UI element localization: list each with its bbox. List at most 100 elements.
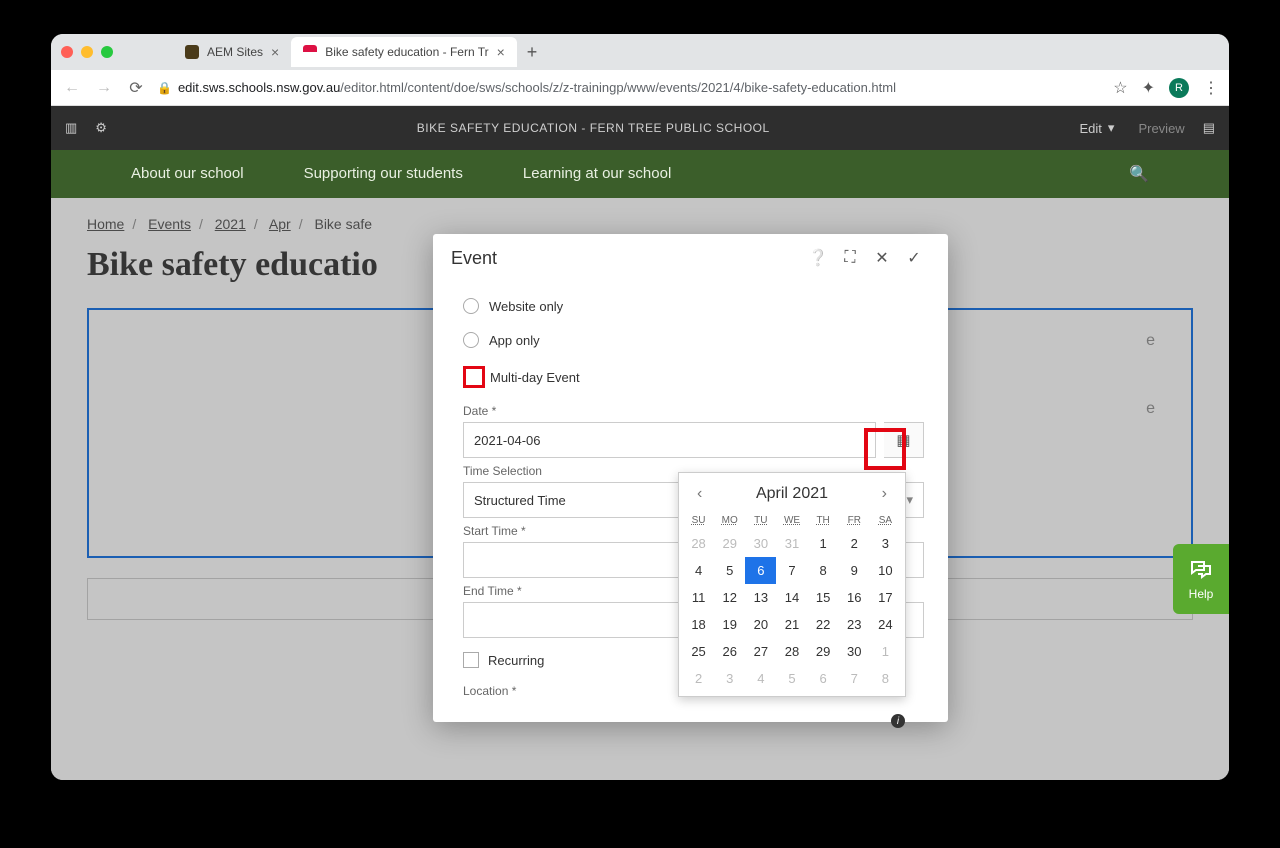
checkbox-label: Recurring xyxy=(488,653,544,668)
calendar-day[interactable]: 10 xyxy=(870,557,901,584)
extensions-icon[interactable]: ✦ xyxy=(1142,78,1155,98)
calendar-day[interactable]: 25 xyxy=(683,638,714,665)
annotate-icon[interactable]: ▤ xyxy=(1203,120,1215,136)
bookmark-star-icon[interactable]: ☆ xyxy=(1113,78,1127,98)
checkbox-icon xyxy=(463,652,479,668)
day-header: SU xyxy=(683,511,714,530)
calendar-day[interactable]: 4 xyxy=(683,557,714,584)
new-tab-button[interactable]: + xyxy=(527,42,538,63)
calendar-day[interactable]: 2 xyxy=(839,530,870,557)
calendar-day[interactable]: 11 xyxy=(683,584,714,611)
back-button[interactable]: ← xyxy=(61,79,83,97)
calendar-day[interactable]: 15 xyxy=(808,584,839,611)
calendar-day[interactable]: 4 xyxy=(745,665,776,692)
side-panel-icon[interactable]: ▥ xyxy=(65,120,77,136)
calendar-day[interactable]: 13 xyxy=(745,584,776,611)
calendar-day[interactable]: 6 xyxy=(808,665,839,692)
calendar-day[interactable]: 6 xyxy=(745,557,776,584)
help-fab[interactable]: Help xyxy=(1173,544,1229,614)
next-month-button[interactable]: › xyxy=(876,483,893,505)
open-calendar-button[interactable]: ▦ xyxy=(884,422,924,458)
checkbox-multiday[interactable]: Multi-day Event xyxy=(463,366,924,388)
help-icon[interactable]: ❔ xyxy=(802,248,834,268)
calendar-day[interactable]: 29 xyxy=(808,638,839,665)
calendar-day[interactable]: 24 xyxy=(870,611,901,638)
day-header: TU xyxy=(745,511,776,530)
chevron-down-icon: ▾ xyxy=(906,492,913,508)
nav-about[interactable]: About our school xyxy=(131,166,244,183)
calendar-day[interactable]: 16 xyxy=(839,584,870,611)
reload-button[interactable]: ⟳ xyxy=(125,78,147,98)
radio-label: App only xyxy=(489,333,540,348)
calendar-day[interactable]: 23 xyxy=(839,611,870,638)
radio-icon xyxy=(463,298,479,314)
radio-app-only[interactable]: App only xyxy=(463,332,924,348)
search-icon[interactable]: 🔍 xyxy=(1129,164,1149,184)
day-header: WE xyxy=(776,511,807,530)
calendar-day[interactable]: 30 xyxy=(839,638,870,665)
calendar-day[interactable]: 2 xyxy=(683,665,714,692)
close-tab-icon[interactable]: × xyxy=(497,44,505,60)
calendar-icon: ▦ xyxy=(896,431,910,449)
info-icon[interactable]: i xyxy=(891,714,905,728)
page-properties-icon[interactable]: ⚙ xyxy=(95,120,107,136)
aem-favicon-icon xyxy=(185,45,199,59)
calendar-day[interactable]: 5 xyxy=(776,665,807,692)
nav-learning[interactable]: Learning at our school xyxy=(523,166,671,183)
prev-month-button[interactable]: ‹ xyxy=(691,483,708,505)
tab-strip: AEM Sites × Bike safety education - Fern… xyxy=(51,34,1229,70)
radio-website-only[interactable]: Website only xyxy=(463,298,924,314)
day-header: SA xyxy=(870,511,901,530)
calendar-day[interactable]: 9 xyxy=(839,557,870,584)
date-value: 2021-04-06 xyxy=(474,433,541,448)
done-check-icon[interactable]: ✓ xyxy=(898,248,930,268)
calendar-day[interactable]: 12 xyxy=(714,584,745,611)
calendar-day[interactable]: 22 xyxy=(808,611,839,638)
calendar-day[interactable]: 3 xyxy=(714,665,745,692)
calendar-day[interactable]: 3 xyxy=(870,530,901,557)
fullscreen-icon[interactable]: ⛶ xyxy=(834,249,866,267)
maximize-window-button[interactable] xyxy=(101,46,113,58)
calendar-day[interactable]: 19 xyxy=(714,611,745,638)
calendar-day[interactable]: 30 xyxy=(745,530,776,557)
calendar-day[interactable]: 31 xyxy=(776,530,807,557)
calendar-day[interactable]: 28 xyxy=(683,530,714,557)
calendar-day[interactable]: 26 xyxy=(714,638,745,665)
nav-supporting[interactable]: Supporting our students xyxy=(304,166,463,183)
calendar-day[interactable]: 7 xyxy=(839,665,870,692)
date-input[interactable]: 2021-04-06 xyxy=(463,422,876,458)
calendar-day[interactable]: 18 xyxy=(683,611,714,638)
calendar-day[interactable]: 7 xyxy=(776,557,807,584)
edit-mode-dropdown[interactable]: Edit ▾ xyxy=(1080,120,1115,136)
tab-aem-sites[interactable]: AEM Sites × xyxy=(173,37,291,67)
help-label: Help xyxy=(1189,587,1214,601)
calendar-day[interactable]: 8 xyxy=(808,557,839,584)
calendar-day[interactable]: 1 xyxy=(808,530,839,557)
minimize-window-button[interactable] xyxy=(81,46,93,58)
aem-top-bar: ▥ ⚙ BIKE SAFETY EDUCATION - FERN TREE PU… xyxy=(51,106,1229,150)
calendar-day[interactable]: 5 xyxy=(714,557,745,584)
calendar-grid: SUMOTUWETHFRSA28293031123456789101112131… xyxy=(683,511,901,692)
forward-button[interactable]: → xyxy=(93,79,115,97)
calendar-day[interactable]: 28 xyxy=(776,638,807,665)
close-window-button[interactable] xyxy=(61,46,73,58)
dialog-header: Event ❔ ⛶ ✕ ✓ xyxy=(433,234,948,282)
tab-bike-safety[interactable]: Bike safety education - Fern Tr × xyxy=(291,37,517,67)
calendar-day[interactable]: 14 xyxy=(776,584,807,611)
date-label: Date * xyxy=(463,404,924,418)
calendar-day[interactable]: 29 xyxy=(714,530,745,557)
profile-avatar[interactable]: R xyxy=(1169,78,1189,98)
tab-label: Bike safety education - Fern Tr xyxy=(325,45,488,59)
address-bar[interactable]: 🔒 edit.sws.schools.nsw.gov.au/editor.htm… xyxy=(157,80,1103,95)
calendar-day[interactable]: 20 xyxy=(745,611,776,638)
close-icon[interactable]: ✕ xyxy=(866,248,898,268)
calendar-day[interactable]: 1 xyxy=(870,638,901,665)
kebab-menu-icon[interactable]: ⋮ xyxy=(1203,78,1219,98)
close-tab-icon[interactable]: × xyxy=(271,44,279,60)
day-header: MO xyxy=(714,511,745,530)
calendar-day[interactable]: 21 xyxy=(776,611,807,638)
calendar-day[interactable]: 27 xyxy=(745,638,776,665)
calendar-day[interactable]: 8 xyxy=(870,665,901,692)
preview-button[interactable]: Preview xyxy=(1138,121,1184,136)
calendar-day[interactable]: 17 xyxy=(870,584,901,611)
